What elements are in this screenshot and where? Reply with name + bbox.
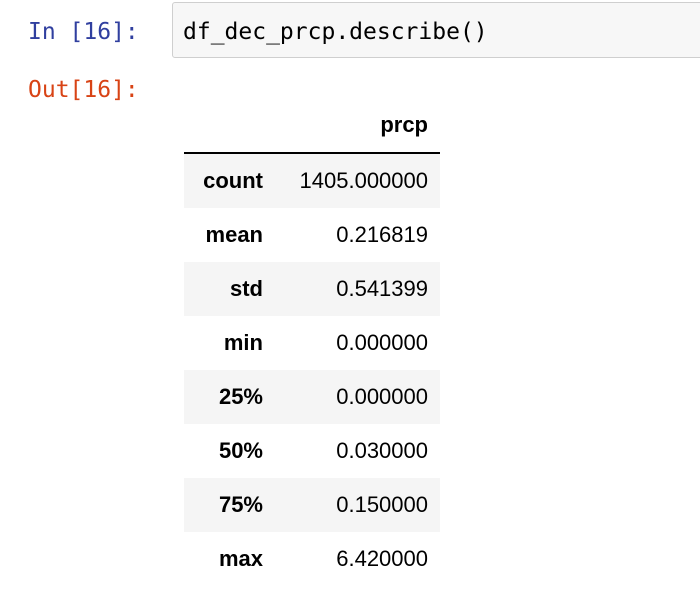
row-label: std	[230, 276, 263, 301]
index-header-cell	[184, 98, 275, 154]
row-value: 0.541399	[336, 276, 428, 301]
table-row: std 0.541399	[184, 262, 440, 316]
row-value: 1405.000000	[299, 168, 428, 193]
row-value: 6.420000	[336, 546, 428, 571]
row-label: max	[218, 546, 263, 571]
row-value: 0.216819	[336, 222, 428, 247]
describe-output-table: prcp count 1405.000000 mean 0.216819 std…	[184, 98, 440, 586]
row-value: 0.000000	[336, 330, 428, 355]
row-label: 50%	[218, 438, 263, 463]
table-header-row: prcp	[184, 98, 440, 154]
table-row: 75% 0.150000	[184, 478, 440, 532]
code-text[interactable]: df_dec_prcp.describe()	[183, 14, 488, 50]
output-prompt: Out[16]:	[28, 77, 139, 103]
row-label: count	[203, 168, 263, 193]
row-value: 0.000000	[336, 384, 428, 409]
column-header-prcp: prcp	[275, 98, 440, 154]
table-row: 25% 0.000000	[184, 370, 440, 424]
table-row: max 6.420000	[184, 532, 440, 586]
row-value: 0.030000	[336, 438, 428, 463]
table-row: count 1405.000000	[184, 153, 440, 208]
row-label: 75%	[218, 492, 263, 517]
table-row: min 0.000000	[184, 316, 440, 370]
table-row: 50% 0.030000	[184, 424, 440, 478]
row-label: 25%	[218, 384, 263, 409]
row-label: mean	[205, 222, 263, 247]
row-value: 0.150000	[336, 492, 428, 517]
input-prompt: In [16]:	[28, 19, 139, 45]
table-row: mean 0.216819	[184, 208, 440, 262]
code-input-area[interactable]: df_dec_prcp.describe()	[172, 2, 700, 58]
row-label: min	[223, 330, 263, 355]
